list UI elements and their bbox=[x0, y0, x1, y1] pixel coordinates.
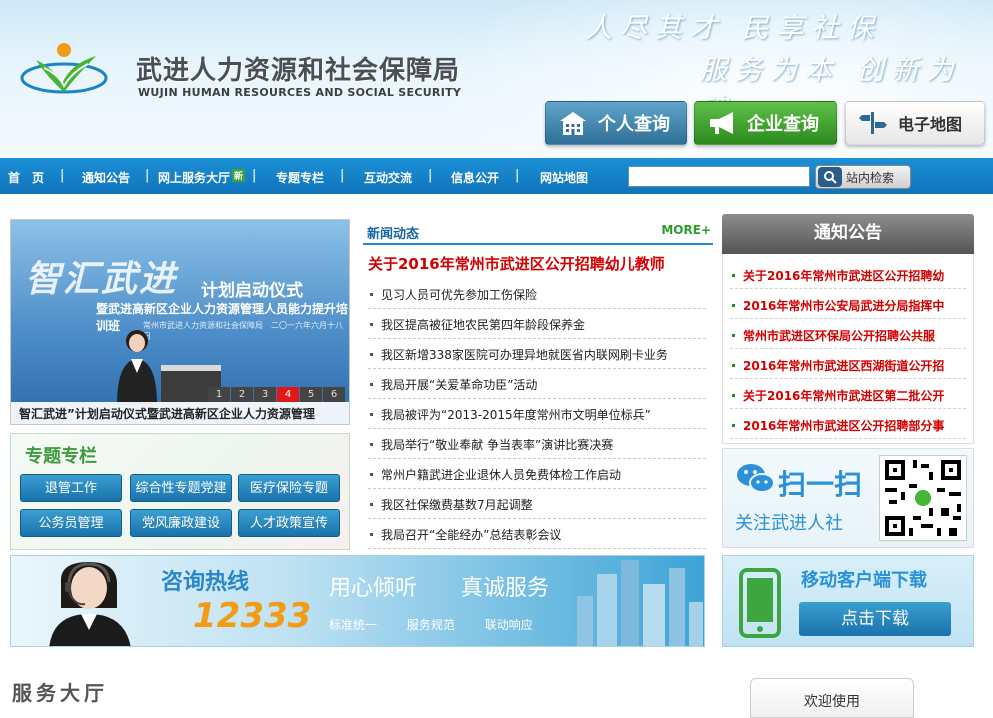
nav-divider: | bbox=[515, 168, 520, 183]
service-hall-title: 服务大厅 bbox=[12, 681, 108, 705]
news-item[interactable]: 我局开展“关爱革命功臣”活动 bbox=[368, 369, 706, 399]
carousel-caption[interactable]: 智汇武进”计划启动仪式暨武进高新区企业人力资源管理 bbox=[11, 402, 349, 424]
nav-sitemap[interactable]: 网站地图 bbox=[540, 169, 588, 186]
speaker-figure bbox=[117, 330, 157, 405]
news-item[interactable]: 我区提高被征地农民第四年龄段保养金 bbox=[368, 309, 706, 339]
carousel-page-5[interactable]: 5 bbox=[300, 387, 322, 402]
site-search-label: 站内检索 bbox=[846, 170, 895, 185]
carousel-page-2[interactable]: 2 bbox=[231, 387, 253, 402]
topic-civil-servant-button[interactable]: 公务员管理 bbox=[20, 509, 122, 537]
company-query-label: 企业查询 bbox=[747, 114, 819, 135]
mobile-app-panel: 移动客户端下载 点击下载 bbox=[722, 555, 974, 647]
nav-interaction[interactable]: 互动交流 bbox=[364, 169, 412, 186]
news-item[interactable]: 我区社保缴费基数7月起调整 bbox=[368, 489, 706, 519]
hotline-slogan-2: 真诚服务 bbox=[461, 576, 550, 601]
nav-divider: | bbox=[340, 168, 345, 183]
news-more-link[interactable]: MORE+ bbox=[661, 223, 711, 237]
news-item[interactable]: 我局召开“全能经办”总结表彰会议 bbox=[368, 519, 706, 549]
nav-topics[interactable]: 专题专栏 bbox=[276, 169, 324, 186]
site-header: 武进人力资源和社会保障局 WUJIN HUMAN RESOURCES AND S… bbox=[0, 0, 993, 158]
mobile-phone-icon bbox=[739, 568, 781, 638]
bird-logo-icon[interactable] bbox=[18, 38, 110, 100]
operator-figure bbox=[49, 562, 131, 646]
hotline-slogan-1: 用心倾听 bbox=[329, 576, 418, 601]
hotline-banner[interactable]: 咨询热线 12333 用心倾听 真诚服务 标准统一 服务规范 联动响应 bbox=[10, 555, 705, 647]
app-download-button[interactable]: 点击下载 bbox=[799, 602, 951, 636]
notice-item[interactable]: 关于2016年常州市武进区第二批公开 bbox=[730, 379, 966, 409]
nav-divider: | bbox=[428, 168, 433, 183]
topic-talent-policy-button[interactable]: 人才政策宣传 bbox=[238, 509, 340, 537]
wechat-panel: 扫一扫 关注武进人社 bbox=[722, 448, 974, 548]
notice-item[interactable]: 2016年常州市武进区西湖街道公开招 bbox=[730, 349, 966, 379]
personal-query-button[interactable]: 个人查询 bbox=[545, 101, 687, 145]
carousel-page-1[interactable]: 1 bbox=[208, 387, 230, 402]
qr-code bbox=[879, 455, 967, 541]
site-title-en: WUJIN HUMAN RESOURCES AND SOCIAL SECURIT… bbox=[138, 86, 462, 99]
hotline-label: 咨询热线 bbox=[161, 570, 250, 595]
carousel-page-6[interactable]: 6 bbox=[323, 387, 345, 402]
wechat-icon bbox=[737, 464, 775, 493]
topic-medical-insurance-button[interactable]: 医疗保险专题 bbox=[238, 474, 340, 502]
carousel-pager: 1 2 3 4 5 6 bbox=[207, 387, 345, 402]
nav-divider: | bbox=[145, 168, 150, 183]
topics-title: 专题专栏 bbox=[25, 446, 97, 467]
notice-item[interactable]: 常州市武进区环保局公开招聘公共服 bbox=[730, 319, 966, 349]
nav-online-service-label: 网上服务大厅 bbox=[158, 171, 231, 185]
hotline-number: 12333 bbox=[193, 596, 312, 636]
e-map-button[interactable]: 电子地图 bbox=[845, 101, 985, 145]
banner-subtitle: 计划启动仪式 bbox=[201, 281, 303, 301]
hotline-tag: 标准统一 bbox=[329, 618, 378, 632]
hotline-tags: 标准统一 服务规范 联动响应 bbox=[329, 616, 559, 633]
news-carousel[interactable]: 智汇武进 计划启动仪式 暨武进高新区企业人力资源管理人员能力提升培训班 常州市武… bbox=[10, 219, 350, 425]
nav-home[interactable]: 首 页 bbox=[8, 169, 44, 186]
nav-online-service[interactable]: 网上服务大厅新 bbox=[158, 169, 246, 186]
banner-big-text: 智汇武进 bbox=[25, 259, 178, 300]
news-item[interactable]: 见习人员可优先参加工伤保险 bbox=[368, 279, 706, 309]
banner-subtitle-3: 常州市武进人力资源和社会保障局 二〇一六年六月十八日 bbox=[143, 321, 343, 341]
company-query-button[interactable]: 企业查询 bbox=[694, 101, 837, 145]
topics-panel: 专题专栏 退管工作 综合性专题党建 医疗保险专题 公务员管理 党风廉政建设 人才… bbox=[10, 433, 350, 550]
e-map-label: 电子地图 bbox=[898, 115, 963, 134]
topic-integrity-button[interactable]: 党风廉政建设 bbox=[130, 509, 232, 537]
carousel-page-3[interactable]: 3 bbox=[254, 387, 276, 402]
carousel-page-4[interactable]: 4 bbox=[277, 387, 299, 402]
topic-retirement-button[interactable]: 退管工作 bbox=[20, 474, 122, 502]
news-headline[interactable]: 关于2016年常州市武进区公开招聘幼儿教师 bbox=[368, 253, 665, 274]
mobile-app-title: 移动客户端下载 bbox=[801, 570, 927, 591]
welcome-tab[interactable]: 欢迎使用 bbox=[750, 678, 914, 718]
news-item[interactable]: 我局被评为“2013-2015年度常州市文明单位标兵” bbox=[368, 399, 706, 429]
notice-item[interactable]: 2016年常州市公安局武进分局指挥中 bbox=[730, 289, 966, 319]
notice-item[interactable]: 关于2016年常州市武进区公开招聘幼 bbox=[730, 259, 966, 289]
notice-item[interactable]: 2016年常州市武进区公开招聘部分事 bbox=[730, 409, 966, 439]
building-icon bbox=[560, 112, 586, 135]
search-input[interactable] bbox=[628, 166, 810, 187]
news-title: 新闻动态 bbox=[367, 227, 420, 242]
news-item[interactable]: 我区新增338家医院可办理异地就医省内联网刷卡业务 bbox=[368, 339, 706, 369]
hotline-tag: 服务规范 bbox=[406, 618, 455, 632]
signpost-icon bbox=[859, 112, 887, 134]
city-skyline bbox=[577, 560, 703, 646]
hotline-tag: 联动响应 bbox=[484, 618, 533, 632]
wechat-follow-text: 关注武进人社 bbox=[735, 513, 843, 534]
topic-party-building-button[interactable]: 综合性专题党建 bbox=[130, 474, 232, 502]
search-icon bbox=[818, 167, 842, 187]
news-item[interactable]: 常州户籍武进企业退休人员免费体检工作启动 bbox=[368, 459, 706, 489]
new-badge: 新 bbox=[232, 169, 246, 182]
notice-header: 通知公告 bbox=[722, 214, 974, 262]
slogan-line-1: 人尽其才 民享社保 bbox=[585, 13, 882, 44]
wechat-scan-text: 扫一扫 bbox=[778, 468, 863, 501]
nav-info-public[interactable]: 信息公开 bbox=[451, 169, 499, 186]
site-search-button[interactable]: 站内检索 bbox=[815, 165, 911, 189]
news-item[interactable]: 我局举行“敬业奉献 争当表率”演讲比赛决赛 bbox=[368, 429, 706, 459]
site-title: 武进人力资源和社会保障局 bbox=[136, 56, 461, 86]
nav-notices[interactable]: 通知公告 bbox=[82, 169, 130, 186]
nav-divider: | bbox=[252, 168, 257, 183]
news-header: 新闻动态 MORE+ bbox=[363, 217, 713, 245]
megaphone-icon bbox=[710, 112, 733, 134]
personal-query-label: 个人查询 bbox=[598, 114, 670, 135]
nav-divider: | bbox=[60, 168, 65, 183]
